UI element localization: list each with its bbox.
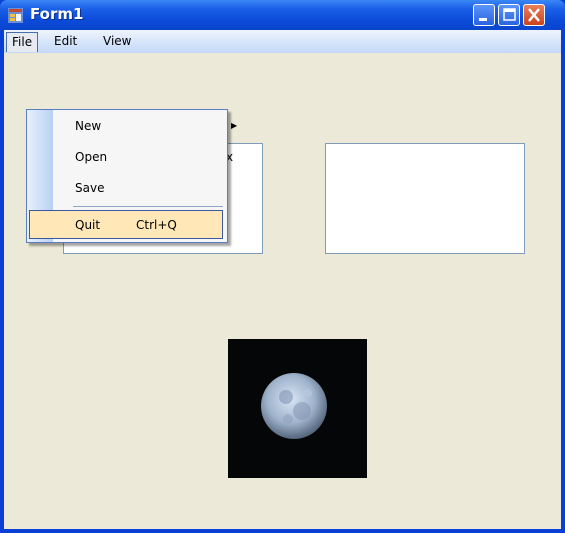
- menu-item-quit-label: Quit: [75, 218, 101, 232]
- textbox-2[interactable]: [325, 143, 525, 254]
- moon-image: [228, 339, 367, 478]
- menu-item-save-label: Save: [75, 181, 105, 195]
- form-client-area: File Edit View x New ▶ Open Save Quit Ct…: [4, 30, 561, 529]
- minimize-button[interactable]: [473, 4, 495, 26]
- menu-view[interactable]: View: [97, 32, 137, 51]
- title-bar[interactable]: Form1: [0, 0, 565, 30]
- menu-item-quit-shortcut: Ctrl+Q: [136, 218, 177, 232]
- menu-item-open[interactable]: Open: [53, 143, 227, 171]
- picture-box: [228, 339, 367, 478]
- close-icon: [528, 8, 540, 22]
- menu-item-save[interactable]: Save: [53, 174, 227, 202]
- close-button[interactable]: [523, 4, 545, 26]
- maximize-button[interactable]: [498, 4, 520, 26]
- menu-edit[interactable]: Edit: [48, 32, 83, 51]
- window-title: Form1: [30, 5, 84, 23]
- submenu-arrow-icon: ▶: [231, 121, 238, 130]
- menu-separator: [73, 206, 223, 207]
- menu-file[interactable]: File: [6, 32, 39, 52]
- form1-window: Form1 File Edit View x New ▶ Open Save Q…: [0, 0, 565, 533]
- file-dropdown-menu: New ▶ Open Save Quit Ctrl+Q: [26, 109, 237, 243]
- minimize-icon: [479, 18, 487, 21]
- maximize-icon: [503, 8, 516, 21]
- menu-bar: File Edit View: [4, 30, 561, 53]
- menu-item-open-label: Open: [75, 150, 108, 164]
- menu-item-new[interactable]: New ▶: [53, 112, 237, 140]
- form-app-icon: [8, 8, 23, 23]
- menu-item-quit[interactable]: Quit Ctrl+Q: [29, 210, 223, 239]
- menu-item-new-label: New: [75, 119, 102, 133]
